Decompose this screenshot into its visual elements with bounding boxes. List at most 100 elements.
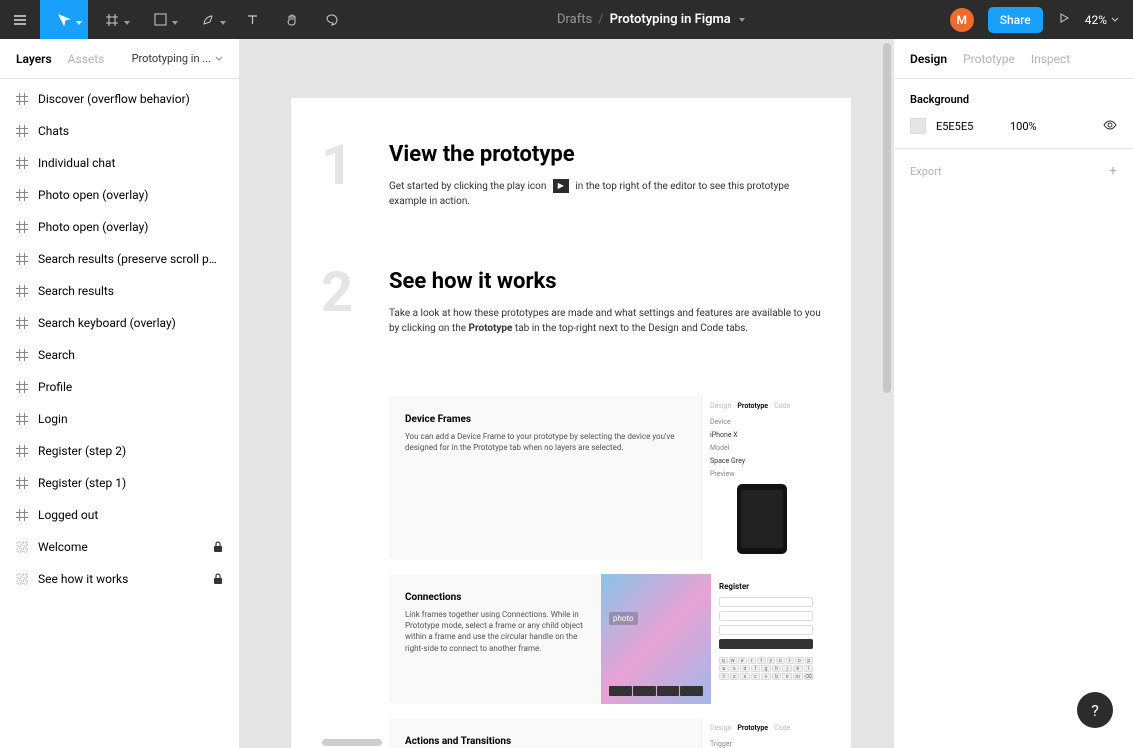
info-card-actions: Actions and Transitions Actions tell whe…: [389, 718, 821, 748]
chevron-down-icon: [220, 21, 226, 25]
layer-label: Search keyboard (overlay): [38, 316, 223, 330]
step-number: 1: [321, 142, 373, 209]
card-title: Connections: [405, 592, 585, 603]
tab-assets[interactable]: Assets: [68, 52, 105, 66]
layer-row[interactable]: Register (step 2): [0, 435, 239, 467]
layer-label: Photo open (overlay): [38, 220, 223, 234]
step-description: Get started by clicking the play icon ▶ …: [389, 179, 821, 209]
layer-label: Chats: [38, 124, 223, 138]
zoom-control[interactable]: 42%: [1085, 13, 1119, 27]
layer-row[interactable]: Discover (overflow behavior): [0, 83, 239, 115]
frame-icon: [16, 93, 28, 105]
breadcrumb-parent[interactable]: Drafts: [557, 12, 592, 27]
layer-row[interactable]: Photo open (overlay): [0, 179, 239, 211]
frame-icon: [16, 381, 28, 393]
tab-prototype[interactable]: Prototype: [963, 52, 1015, 66]
present-button[interactable]: [1057, 10, 1071, 29]
text-tool[interactable]: [232, 0, 272, 39]
left-panel-tabs: Layers Assets Prototyping in ...: [0, 39, 239, 79]
comment-tool[interactable]: [312, 0, 352, 39]
opacity-input[interactable]: 100%: [1010, 120, 1037, 133]
layer-row[interactable]: Register (step 1): [0, 467, 239, 499]
card-panel-preview: DesignPrototypeCode Device iPhone X Mode…: [701, 396, 821, 560]
frame-icon: [16, 221, 28, 233]
layer-row[interactable]: Welcome: [0, 531, 239, 563]
page-selector[interactable]: Prototyping in ...: [132, 52, 223, 65]
layer-label: Welcome: [38, 540, 203, 554]
layer-label: Login: [38, 412, 223, 426]
help-button[interactable]: ?: [1077, 692, 1113, 728]
layer-label: Search: [38, 348, 223, 362]
right-panel-tabs: Design Prototype Inspect: [894, 39, 1133, 79]
pen-tool[interactable]: [184, 0, 232, 39]
shape-tool[interactable]: [136, 0, 184, 39]
card-panel-preview: DesignPrototypeCode Trigger On Tap Actio…: [701, 718, 821, 748]
tab-design[interactable]: Design: [910, 52, 947, 66]
layer-row[interactable]: Login: [0, 403, 239, 435]
left-panel: Layers Assets Prototyping in ... Discove…: [0, 39, 240, 748]
layer-label: Individual chat: [38, 156, 223, 170]
section-label: Background: [910, 93, 1117, 106]
breadcrumb-separator: /: [598, 12, 603, 27]
scrollbar-vertical[interactable]: [883, 43, 891, 393]
layers-list: Discover (overflow behavior) Chats Individ…: [0, 79, 239, 748]
frame-icon: [16, 157, 28, 169]
lock-icon: [213, 573, 223, 585]
frame-tool[interactable]: [88, 0, 136, 39]
card-preview-register: Register qwertyuiop asdfghjkl ⇧zxcvbnm⌫: [711, 574, 821, 704]
lock-icon: [213, 541, 223, 553]
tab-layers[interactable]: Layers: [16, 52, 52, 66]
layer-row[interactable]: Chats: [0, 115, 239, 147]
layer-label: Search results: [38, 284, 223, 298]
color-swatch[interactable]: [910, 118, 926, 134]
step-description: Take a look at how these prototypes are …: [389, 306, 821, 336]
layer-row[interactable]: Individual chat: [0, 147, 239, 179]
menu-button[interactable]: [0, 0, 40, 39]
frame-icon: [16, 285, 28, 297]
frame-icon: [16, 445, 28, 457]
layer-row[interactable]: See how it works: [0, 563, 239, 595]
frame-icon: [16, 189, 28, 201]
layer-row[interactable]: Search results (preserve scroll po...: [0, 243, 239, 275]
breadcrumb-current[interactable]: Prototyping in Figma: [610, 12, 731, 27]
chevron-down-icon[interactable]: [739, 18, 745, 22]
frame-icon: [16, 477, 28, 489]
card-text: Link frames together using Connections. …: [405, 609, 585, 654]
add-export-button[interactable]: +: [1109, 163, 1117, 179]
tab-inspect[interactable]: Inspect: [1031, 52, 1070, 66]
scrollbar-horizontal[interactable]: [322, 739, 382, 746]
frame-icon: [16, 125, 28, 137]
visibility-toggle[interactable]: [1103, 120, 1117, 133]
export-label: Export: [910, 165, 942, 178]
toolbar-right: M Share 42%: [950, 7, 1133, 33]
background-section: Background E5E5E5 100%: [894, 79, 1133, 149]
card-text: You can add a Device Frame to your proto…: [405, 431, 685, 453]
layer-row[interactable]: Profile: [0, 371, 239, 403]
hex-input[interactable]: E5E5E5: [936, 120, 986, 133]
layer-label: Profile: [38, 380, 223, 394]
chevron-down-icon: [76, 21, 82, 25]
share-button[interactable]: Share: [988, 7, 1043, 33]
layer-row[interactable]: Search keyboard (overlay): [0, 307, 239, 339]
layer-row[interactable]: Photo open (overlay): [0, 211, 239, 243]
frame-icon: [16, 349, 28, 361]
card-title: Actions and Transitions: [405, 736, 685, 747]
canvas[interactable]: 1 View the prototype Get started by clic…: [240, 39, 893, 748]
step-number: 2: [321, 269, 373, 336]
frame-icon: [16, 317, 28, 329]
play-icon: ▶: [553, 179, 569, 193]
hand-tool[interactable]: [272, 0, 312, 39]
layer-row[interactable]: Logged out: [0, 499, 239, 531]
layer-row[interactable]: Search: [0, 339, 239, 371]
layer-row[interactable]: Search results: [0, 275, 239, 307]
move-tool[interactable]: [40, 0, 88, 39]
top-toolbar: Drafts / Prototyping in Figma M Share 42…: [0, 0, 1133, 39]
canvas-frame[interactable]: 1 View the prototype Get started by clic…: [291, 98, 851, 748]
layer-label: Search results (preserve scroll po...: [38, 252, 223, 266]
avatar[interactable]: M: [950, 8, 974, 32]
layer-label: Register (step 1): [38, 476, 223, 490]
zoom-value: 42%: [1085, 13, 1107, 27]
layer-label: See how it works: [38, 572, 203, 586]
breadcrumb[interactable]: Drafts / Prototyping in Figma: [352, 12, 950, 27]
layer-label: Discover (overflow behavior): [38, 92, 223, 106]
